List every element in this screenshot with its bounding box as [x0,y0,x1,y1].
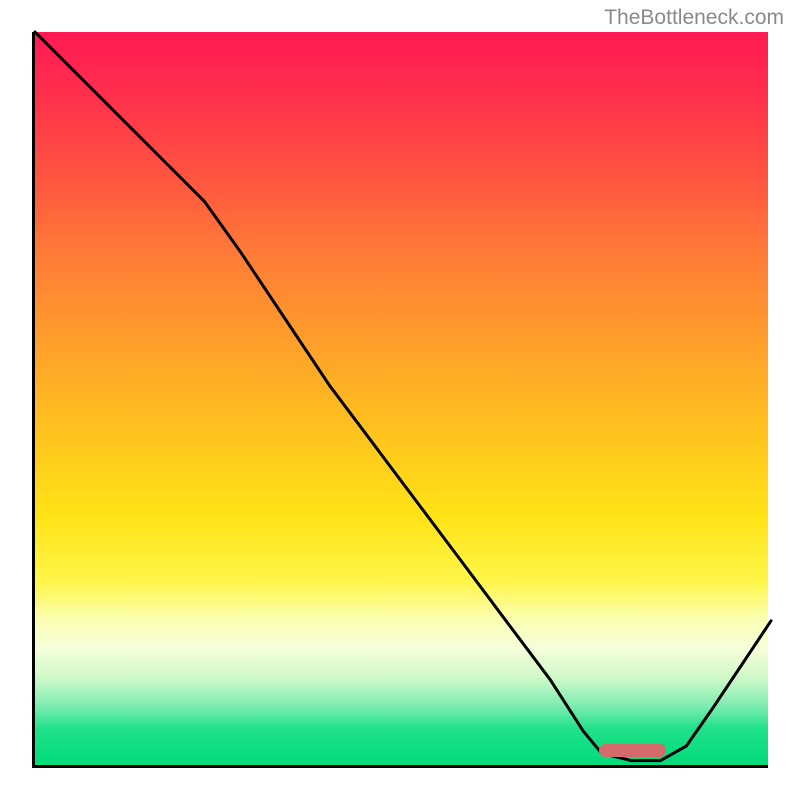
curve-path [35,32,771,761]
chart-canvas: TheBottleneck.com [0,0,800,800]
plot-area [32,32,768,768]
optimal-marker [599,744,667,757]
watermark-text: TheBottleneck.com [604,6,784,30]
line-curve [35,32,771,768]
